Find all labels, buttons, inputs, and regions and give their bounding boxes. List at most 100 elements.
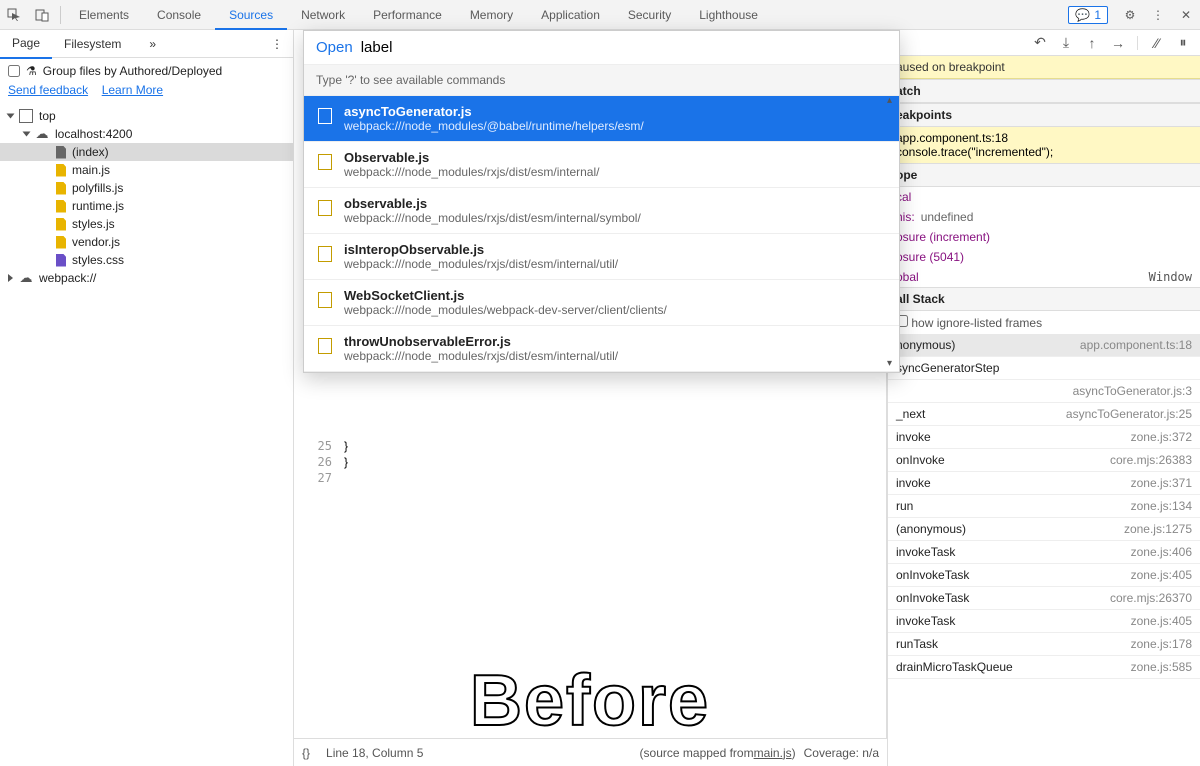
stack-frame[interactable]: (anonymous)zone.js:1275 — [888, 518, 1200, 541]
scope-row[interactable]: obalWindow — [888, 267, 1200, 287]
nav-tab-page[interactable]: Page — [0, 29, 52, 59]
stack-frame[interactable]: onInvokeTaskzone.js:405 — [888, 564, 1200, 587]
tree-row[interactable]: polyfills.js — [0, 179, 293, 197]
watch-section[interactable]: atch — [888, 79, 1200, 103]
gear-icon[interactable]: ⚙ — [1116, 1, 1144, 29]
tree-row[interactable]: main.js — [0, 161, 293, 179]
js-icon — [56, 182, 66, 195]
scope-row[interactable]: cal — [888, 187, 1200, 207]
tab-network[interactable]: Network — [287, 0, 359, 30]
step-out-icon[interactable]: → — [1109, 34, 1127, 52]
feedback-badge[interactable]: 💬 1 — [1068, 6, 1108, 24]
tree-row[interactable]: (index) — [0, 143, 293, 161]
tree-row[interactable]: styles.js — [0, 215, 293, 233]
tree-row[interactable]: vendor.js — [0, 233, 293, 251]
stack-frame[interactable]: drainMicroTaskQueuezone.js:585 — [888, 656, 1200, 679]
source-mapped-link[interactable]: main.js — [754, 746, 792, 760]
tree-label: (index) — [72, 145, 109, 159]
result-path: webpack:///node_modules/rxjs/dist/esm/in… — [344, 349, 887, 363]
ignore-listed-toggle[interactable]: how ignore-listed frames — [888, 311, 1200, 334]
quick-open-result[interactable]: throwUnobservableError.jswebpack:///node… — [304, 326, 899, 372]
quick-open-result[interactable]: asyncToGenerator.jswebpack:///node_modul… — [304, 96, 899, 142]
tab-memory[interactable]: Memory — [456, 0, 527, 30]
result-filename: throwUnobservableError.js — [344, 334, 887, 349]
more-icon[interactable]: ⋮ — [1144, 1, 1172, 29]
cursor-position: Line 18, Column 5 — [326, 746, 423, 760]
device-icon[interactable] — [28, 1, 56, 29]
send-feedback-link[interactable]: Send feedback — [8, 83, 88, 97]
nav-menu-icon[interactable]: ⋮ — [261, 30, 293, 58]
links-row: Send feedback Learn More — [0, 82, 293, 103]
stack-frame[interactable]: invokeTaskzone.js:406 — [888, 541, 1200, 564]
stack-frame[interactable]: invokezone.js:371 — [888, 472, 1200, 495]
disclosure-triangle-icon[interactable] — [7, 114, 15, 119]
quick-open-result[interactable]: Observable.jswebpack:///node_modules/rxj… — [304, 142, 899, 188]
tree-label: vendor.js — [72, 235, 120, 249]
group-files-option[interactable]: ⚗Group files by Authored/Deployed — [0, 58, 293, 82]
debugger-panel: ↶ ⤓ ↑ → ⁄⁄ ⏸ aused on breakpoint atch ea… — [887, 30, 1200, 766]
quick-open-dropdown: Open Type '?' to see available commands … — [303, 30, 900, 373]
disclosure-triangle-icon[interactable] — [8, 274, 13, 282]
quick-open-result[interactable]: observable.jswebpack:///node_modules/rxj… — [304, 188, 899, 234]
scope-row[interactable]: osure (increment) — [888, 227, 1200, 247]
pause-icon[interactable]: ⏸ — [1174, 34, 1192, 52]
stack-frame[interactable]: invokeTaskzone.js:405 — [888, 610, 1200, 633]
tab-lighthouse[interactable]: Lighthouse — [685, 0, 772, 30]
tree-row[interactable]: runtime.js — [0, 197, 293, 215]
devtools-topbar: Elements Console Sources Network Perform… — [0, 0, 1200, 30]
quick-open-hint: Type '?' to see available commands — [304, 65, 899, 96]
stack-frame[interactable]: runTaskzone.js:178 — [888, 633, 1200, 656]
tab-application[interactable]: Application — [527, 0, 614, 30]
tab-security[interactable]: Security — [614, 0, 685, 30]
tab-elements[interactable]: Elements — [65, 0, 143, 30]
stack-frame[interactable]: invokezone.js:372 — [888, 426, 1200, 449]
tree-row[interactable]: localhost:4200 — [0, 125, 293, 143]
tab-sources[interactable]: Sources — [215, 0, 287, 30]
tree-label: top — [39, 109, 56, 123]
breakpoints-section[interactable]: eakpoints — [888, 103, 1200, 127]
format-icon[interactable]: {} — [302, 746, 310, 760]
scroll-up-icon[interactable]: ▴ — [887, 95, 895, 103]
quick-open-result[interactable]: WebSocketClient.jswebpack:///node_module… — [304, 280, 899, 326]
code-area[interactable]: } } — [344, 438, 348, 470]
breakpoint-item[interactable]: app.component.ts:18 console.trace("incre… — [888, 127, 1200, 163]
disclosure-triangle-icon[interactable] — [23, 132, 31, 137]
tree-row[interactable]: webpack:// — [0, 269, 293, 287]
tree-row[interactable]: styles.css — [0, 251, 293, 269]
feedback-count: 1 — [1094, 8, 1101, 22]
stack-frame[interactable]: nonymous)app.component.ts:18 — [888, 334, 1200, 357]
scope-row[interactable]: his:undefined — [888, 207, 1200, 227]
quick-open-result[interactable]: isInteropObservable.jswebpack:///node_mo… — [304, 234, 899, 280]
learn-more-link[interactable]: Learn More — [102, 83, 163, 97]
scope-row[interactable]: osure (5041) — [888, 247, 1200, 267]
nav-tab-more[interactable]: » — [137, 30, 168, 58]
deactivate-breakpoints-icon[interactable]: ⁄⁄ — [1148, 34, 1166, 52]
stack-frame[interactable]: runzone.js:134 — [888, 495, 1200, 518]
stack-frame[interactable]: _nextasyncToGenerator.js:25 — [888, 403, 1200, 426]
step-into-icon[interactable]: ↑ — [1083, 34, 1101, 52]
result-filename: WebSocketClient.js — [344, 288, 887, 303]
tab-performance[interactable]: Performance — [359, 0, 456, 30]
paused-banner: aused on breakpoint — [888, 56, 1200, 79]
group-files-checkbox[interactable] — [8, 65, 20, 77]
step-back-icon[interactable]: ↶ — [1031, 34, 1049, 52]
js-icon — [56, 200, 66, 213]
stack-frame[interactable]: syncGeneratorStep — [888, 357, 1200, 380]
tab-console[interactable]: Console — [143, 0, 215, 30]
navigator-tabs: Page Filesystem » ⋮ — [0, 30, 293, 58]
result-path: webpack:///node_modules/webpack-dev-serv… — [344, 303, 887, 317]
scroll-down-icon[interactable]: ▾ — [887, 358, 895, 366]
close-icon[interactable]: ✕ — [1172, 1, 1200, 29]
tree-row[interactable]: top — [0, 107, 293, 125]
step-over-icon[interactable]: ⤓ — [1057, 34, 1075, 52]
stack-frame[interactable]: onInvokeTaskcore.mjs:26370 — [888, 587, 1200, 610]
quick-open-results: asyncToGenerator.jswebpack:///node_modul… — [304, 96, 899, 372]
inspect-icon[interactable] — [0, 1, 28, 29]
stack-frame[interactable]: onInvokecore.mjs:26383 — [888, 449, 1200, 472]
scope-section[interactable]: ope — [888, 163, 1200, 187]
stack-frame[interactable]: asyncToGenerator.js:3 — [888, 380, 1200, 403]
nav-tab-filesystem[interactable]: Filesystem — [52, 30, 133, 58]
call-stack-section[interactable]: all Stack — [888, 287, 1200, 311]
quick-open-input[interactable] — [361, 39, 887, 56]
result-filename: observable.js — [344, 196, 887, 211]
